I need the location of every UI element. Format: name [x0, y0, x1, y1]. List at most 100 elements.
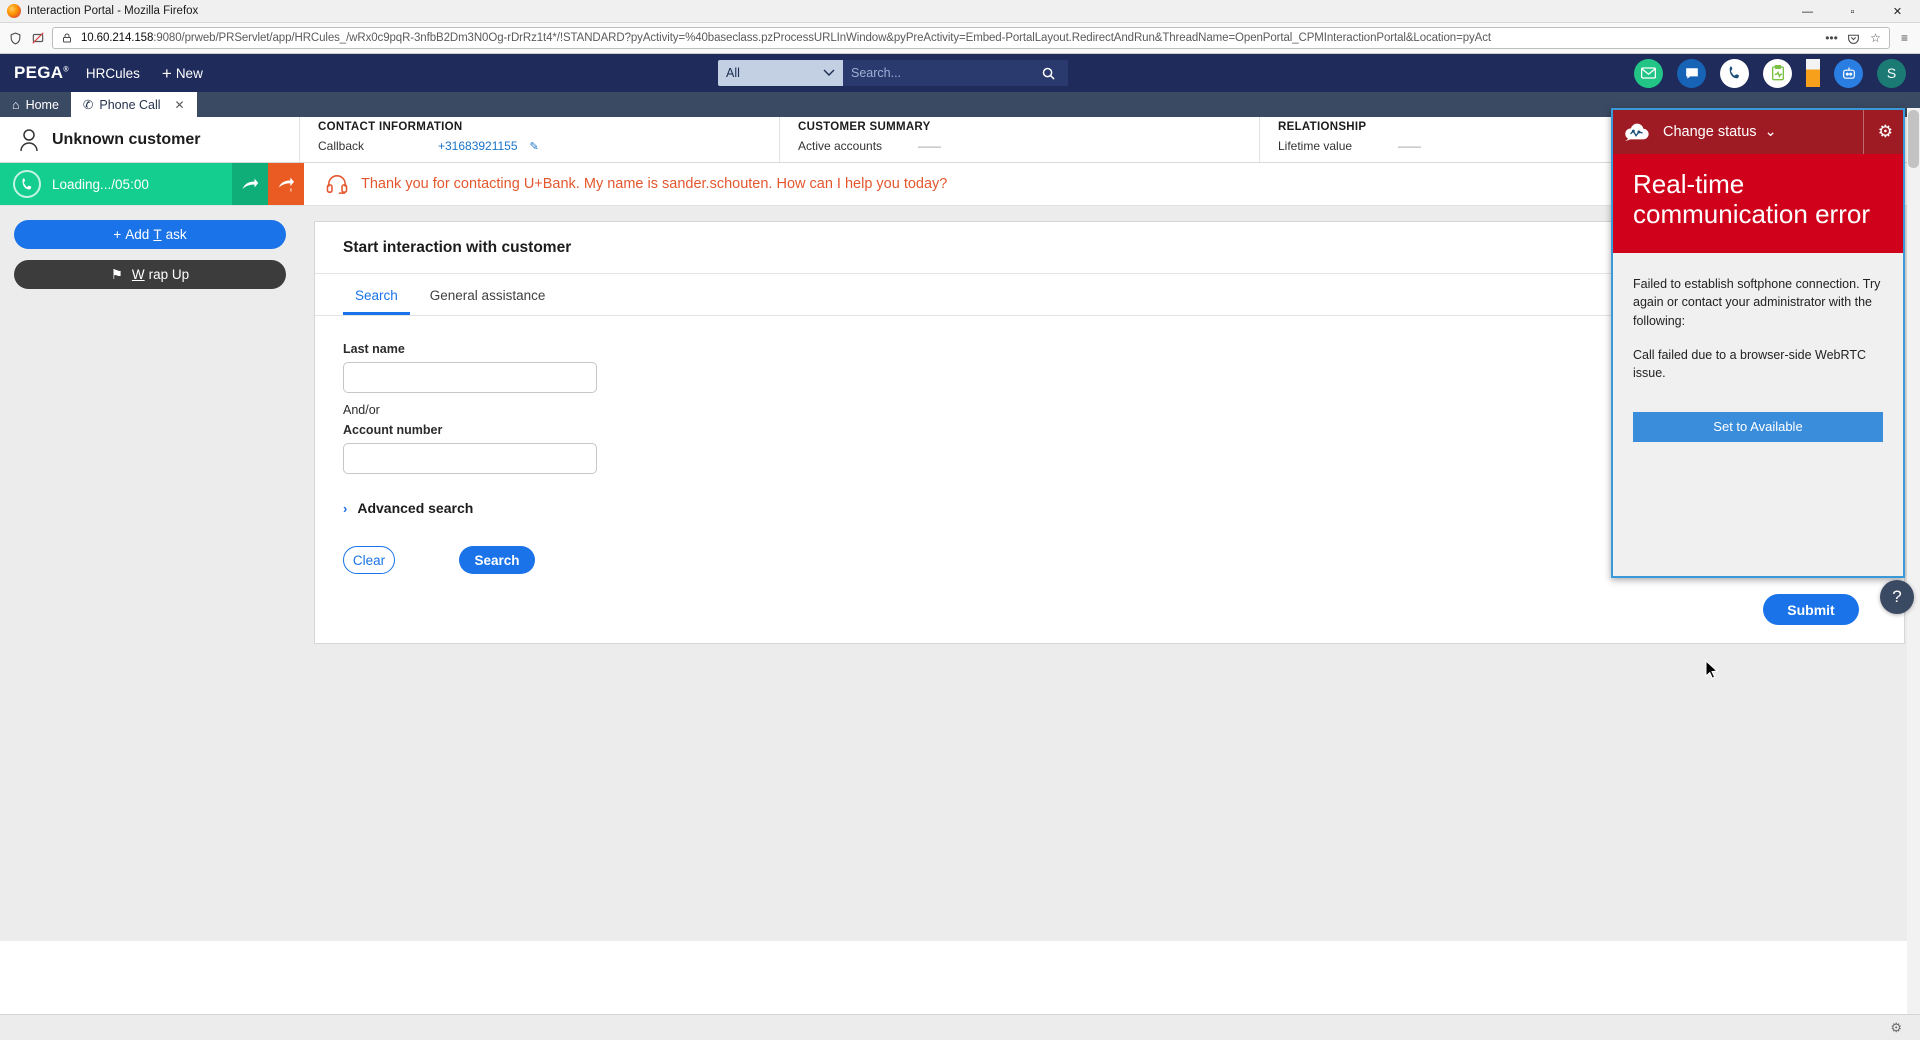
- last-name-input[interactable]: [343, 362, 597, 393]
- browser-menu-icon[interactable]: ≡: [1897, 31, 1912, 46]
- change-status-label: Change status: [1663, 124, 1757, 140]
- notification-paragraph-1: Failed to establish softphone connection…: [1633, 277, 1881, 328]
- edit-pencil-icon[interactable]: ✎: [530, 140, 539, 153]
- left-rail: + Add Task ⚑ Wrap Up: [0, 206, 300, 941]
- app-name-label[interactable]: HRCules: [86, 66, 140, 81]
- svg-text:x: x: [290, 187, 293, 192]
- bookmark-star-icon[interactable]: ☆: [1868, 31, 1883, 46]
- callback-value[interactable]: +31683921155: [438, 139, 518, 153]
- pega-logo[interactable]: PEGA®: [14, 63, 69, 83]
- address-bar[interactable]: 10.60.214.158:9080/prweb/PRServlet/app/H…: [52, 27, 1890, 49]
- page-scrollbar-track[interactable]: [1907, 108, 1920, 1040]
- help-button[interactable]: ?: [1880, 580, 1914, 614]
- tab-phone-call[interactable]: ✆ Phone Call ✕: [70, 92, 197, 117]
- notification-paragraph-2: Call failed due to a browser-side WebRTC…: [1633, 347, 1866, 380]
- tab-home-label: Home: [25, 97, 59, 112]
- submit-wrap: Submit: [1763, 594, 1859, 625]
- lifetime-value-row: Lifetime value ——: [1278, 139, 1560, 153]
- close-window-button[interactable]: ✕: [1875, 0, 1920, 23]
- url-text[interactable]: 10.60.214.158:9080/prweb/PRServlet/app/H…: [81, 32, 1817, 44]
- minimize-button[interactable]: —: [1785, 0, 1830, 23]
- transfer-call-button[interactable]: [232, 163, 268, 205]
- add-task-label-after: ask: [165, 227, 187, 242]
- contact-information-panel: CONTACT INFORMATION Callback +3168392115…: [300, 117, 780, 162]
- chevron-down-icon: [823, 69, 835, 76]
- chat-icon[interactable]: [1677, 58, 1706, 88]
- tasks-clipboard-icon[interactable]: [1763, 58, 1792, 88]
- lock-icon: [59, 31, 74, 46]
- set-to-available-button[interactable]: Set to Available: [1633, 411, 1883, 442]
- wrap-up-button[interactable]: ⚑ Wrap Up: [14, 260, 286, 289]
- gear-icon[interactable]: ⚙: [1890, 1020, 1902, 1036]
- active-accounts-value: ——: [918, 139, 941, 153]
- search-category-value: All: [726, 66, 740, 80]
- search-input[interactable]: Search...: [843, 60, 1028, 86]
- search-button[interactable]: Search: [459, 546, 535, 574]
- page-scrollbar-thumb[interactable]: [1908, 110, 1919, 168]
- wrap-up-accel: W: [131, 267, 145, 282]
- tab-search[interactable]: Search: [343, 284, 410, 315]
- url-host: 10.60.214.158: [81, 32, 154, 44]
- person-icon: [20, 128, 38, 151]
- chevron-down-icon: ⌄: [1764, 124, 1777, 140]
- shield-icon[interactable]: [8, 31, 23, 46]
- notification-header: Change status ⌄ ⚙: [1613, 110, 1903, 154]
- add-task-accel: T: [153, 227, 162, 242]
- account-number-input[interactable]: [343, 443, 597, 474]
- active-accounts-label: Active accounts: [798, 139, 883, 153]
- firefox-logo-icon: [7, 4, 21, 18]
- add-task-button[interactable]: + Add Task: [14, 220, 286, 249]
- gear-icon[interactable]: ⚙: [1862, 110, 1893, 154]
- customer-identity: Unknown customer: [0, 117, 300, 162]
- active-call-indicator[interactable]: Loading.../05:00: [0, 163, 232, 205]
- email-icon[interactable]: [1634, 58, 1663, 88]
- phone-icon: [13, 170, 41, 198]
- change-status-dropdown[interactable]: Change status ⌄: [1663, 124, 1777, 140]
- search-icon: [1042, 67, 1055, 80]
- maximize-button[interactable]: ▫: [1830, 0, 1875, 23]
- tab-general-assistance[interactable]: General assistance: [418, 284, 558, 315]
- contact-information-title: CONTACT INFORMATION: [318, 121, 463, 133]
- sidebar-item-home[interactable]: ⌂ Home: [0, 92, 71, 117]
- tab-phone-call-label: Phone Call: [99, 97, 161, 112]
- bottom-bar: ⚙: [0, 1014, 1920, 1040]
- notification-title: Real-time communication error: [1633, 169, 1870, 229]
- notification-banner: Real-time communication error: [1613, 154, 1903, 254]
- chevron-right-icon: ›: [343, 500, 348, 516]
- notification-action-wrap: Set to Available: [1613, 398, 1903, 442]
- plus-icon: +: [161, 63, 172, 83]
- search-category-select[interactable]: All: [718, 60, 843, 86]
- active-accounts-row: Active accounts ——: [798, 139, 1259, 153]
- browser-title-bar: Interaction Portal - Mozilla Firefox — ▫…: [0, 0, 1920, 23]
- pega-logo-mark: ®: [63, 66, 69, 74]
- page-title: Unknown customer: [52, 130, 201, 148]
- flag-icon: ⚑: [110, 266, 123, 282]
- cancel-transfer-button[interactable]: x: [268, 163, 304, 205]
- search-submit-button[interactable]: [1028, 60, 1068, 86]
- search-placeholder: Search...: [851, 66, 902, 80]
- submit-button[interactable]: Submit: [1763, 594, 1859, 625]
- url-path: :9080/prweb/PRServlet/app/HRCules_/wRx0c…: [153, 32, 1491, 44]
- lifetime-value-label: Lifetime value: [1278, 139, 1353, 153]
- phone-icon: ✆: [82, 98, 94, 112]
- pocket-icon[interactable]: [1846, 31, 1861, 46]
- user-avatar[interactable]: S: [1877, 58, 1906, 88]
- customer-summary-panel: CUSTOMER SUMMARY Active accounts ——: [780, 117, 1260, 162]
- pega-logo-text: PEGA: [14, 63, 64, 82]
- header-icon-tray: S: [1634, 54, 1906, 92]
- status-bar-icon[interactable]: [1806, 59, 1820, 87]
- clear-button[interactable]: Clear: [343, 546, 395, 574]
- relationship-title: RELATIONSHIP: [1278, 121, 1367, 133]
- more-actions-icon[interactable]: •••: [1824, 31, 1839, 46]
- new-button-label: New: [175, 65, 203, 81]
- close-icon[interactable]: ✕: [175, 98, 185, 112]
- realtime-error-notification: Change status ⌄ ⚙ Real-time communicatio…: [1611, 108, 1905, 578]
- new-button[interactable]: + New: [162, 65, 203, 82]
- assistant-bot-icon[interactable]: [1834, 58, 1863, 88]
- transfer-arrow-icon: [242, 178, 259, 189]
- browser-nav-bar: 10.60.214.158:9080/prweb/PRServlet/app/H…: [0, 23, 1920, 54]
- pulse-cloud-icon: [1623, 121, 1651, 143]
- greeting-text: Thank you for contacting U+Bank. My name…: [361, 176, 948, 192]
- phone-icon[interactable]: [1720, 58, 1749, 88]
- permissions-blocked-icon[interactable]: [30, 31, 45, 46]
